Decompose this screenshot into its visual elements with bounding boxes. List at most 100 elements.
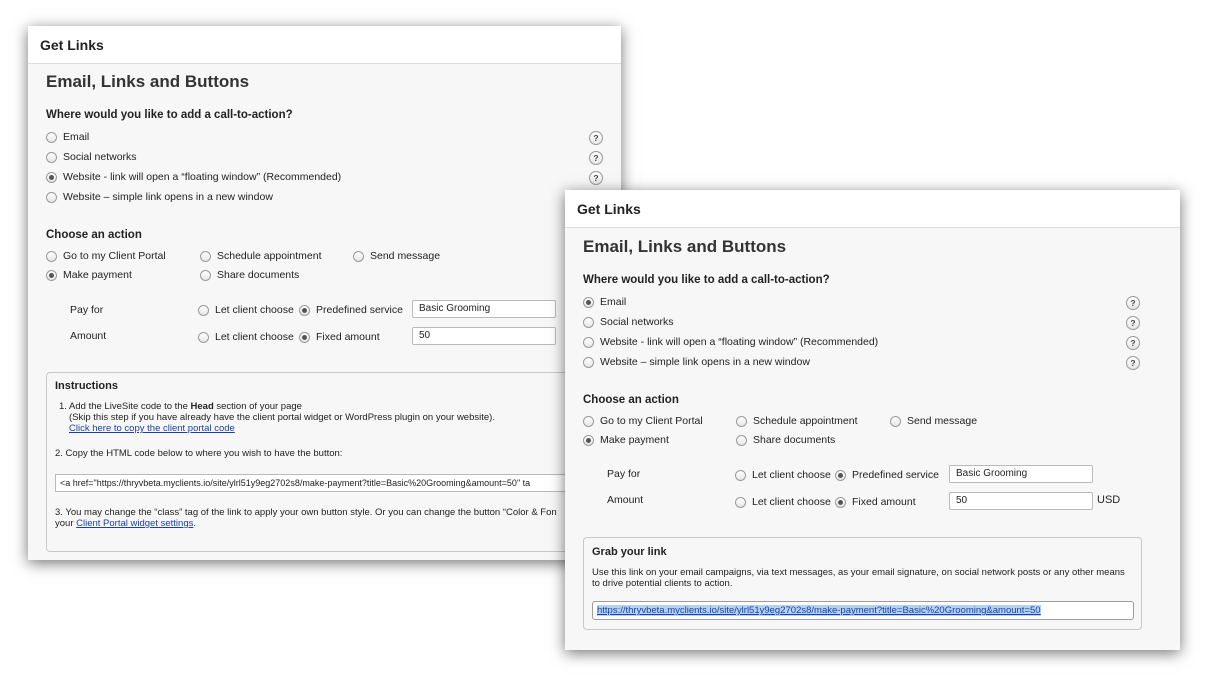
option-label: Send message	[907, 415, 978, 427]
option-label: Schedule appointment	[753, 415, 858, 427]
cta-option-website-simple[interactable]: Website – simple link opens in a new win…	[583, 356, 810, 368]
help-icon[interactable]: ?	[1126, 336, 1140, 350]
option-label: Share documents	[753, 434, 836, 446]
option-label: Website - link will open a “floating win…	[600, 336, 879, 348]
cta-option-website-floating[interactable]: Website - link will open a “floating win…	[46, 171, 341, 183]
option-label: Social networks	[63, 151, 137, 163]
cta-question: Where would you like to add a call-to-ac…	[583, 274, 830, 286]
radio-button[interactable]	[736, 434, 747, 446]
action-client-portal[interactable]: Go to my Client Portal	[46, 250, 166, 262]
amount-label: Amount	[607, 494, 644, 506]
radio-button-selected[interactable]	[583, 296, 594, 308]
pay-for-label: Pay for	[70, 304, 104, 316]
help-icon[interactable]: ?	[1126, 296, 1140, 310]
radio-button[interactable]	[46, 250, 57, 262]
radio-button-selected[interactable]	[583, 434, 594, 446]
radio-button[interactable]	[735, 496, 746, 508]
radio-button[interactable]	[46, 131, 57, 143]
radio-button-selected[interactable]	[46, 269, 57, 281]
link-url-input[interactable]: https://thryvbeta.myclients.io/site/ylrl…	[592, 601, 1134, 620]
html-code-input[interactable]: <a href="https://thryvbeta.myclients.io/…	[55, 474, 621, 492]
action-make-payment[interactable]: Make payment	[583, 434, 669, 446]
action-schedule[interactable]: Schedule appointment	[200, 250, 322, 262]
action-client-portal[interactable]: Go to my Client Portal	[583, 415, 703, 427]
copy-portal-code-link[interactable]: Click here to copy the client portal cod…	[69, 423, 235, 434]
radio-button[interactable]	[583, 356, 594, 368]
option-label: Predefined service	[316, 304, 403, 316]
action-share-documents[interactable]: Share documents	[200, 269, 299, 281]
help-icon[interactable]: ?	[589, 131, 603, 145]
cta-option-website-floating[interactable]: Website - link will open a “floating win…	[583, 336, 878, 348]
grab-link-description-cont: to drive potential clients to action.	[592, 578, 733, 589]
action-schedule[interactable]: Schedule appointment	[736, 415, 858, 427]
option-label: Let client choose	[752, 496, 831, 508]
instructions-step-1-note: (Skip this step if you have already have…	[69, 412, 495, 423]
radio-button[interactable]	[583, 415, 594, 427]
pay-for-predefined-service[interactable]: Predefined service	[299, 304, 403, 316]
service-input[interactable]: Basic Grooming	[412, 300, 556, 318]
option-label: Go to my Client Portal	[63, 250, 166, 262]
radio-button-selected[interactable]	[299, 331, 310, 343]
cta-option-social[interactable]: Social networks	[46, 151, 137, 163]
currency-label: USD	[1097, 494, 1121, 506]
amount-label: Amount	[70, 330, 107, 342]
option-label: Share documents	[217, 269, 300, 281]
radio-button[interactable]	[583, 316, 594, 328]
action-send-message[interactable]: Send message	[890, 415, 977, 427]
instructions-panel: Instructions 1. Add the LiveSite code to…	[46, 372, 621, 552]
pay-for-let-client-choose[interactable]: Let client choose	[735, 469, 831, 481]
option-label: Schedule appointment	[217, 250, 322, 262]
pay-for-let-client-choose[interactable]: Let client choose	[198, 304, 294, 316]
radio-button[interactable]	[200, 250, 211, 262]
radio-button[interactable]	[46, 191, 57, 203]
radio-button[interactable]	[890, 415, 901, 427]
amount-let-client-choose[interactable]: Let client choose	[735, 496, 831, 508]
action-send-message[interactable]: Send message	[353, 250, 440, 262]
amount-input[interactable]: 50	[949, 492, 1093, 510]
help-icon[interactable]: ?	[1126, 316, 1140, 330]
radio-button[interactable]	[736, 415, 747, 427]
option-label: Website – simple link opens in a new win…	[63, 191, 273, 203]
radio-button-selected[interactable]	[835, 496, 846, 508]
cta-option-email[interactable]: Email	[583, 296, 626, 308]
radio-button-selected[interactable]	[835, 469, 846, 481]
radio-button[interactable]	[735, 469, 746, 481]
grab-link-panel: Grab your link Use this link on your ema…	[583, 537, 1142, 630]
action-make-payment[interactable]: Make payment	[46, 269, 132, 281]
option-label: Let client choose	[215, 304, 294, 316]
radio-button[interactable]	[198, 304, 209, 316]
cta-option-social[interactable]: Social networks	[583, 316, 674, 328]
grab-link-title: Grab your link	[592, 546, 667, 558]
amount-input[interactable]: 50	[412, 327, 556, 345]
radio-button[interactable]	[198, 331, 209, 343]
service-input[interactable]: Basic Grooming	[949, 465, 1093, 483]
radio-button-selected[interactable]	[46, 171, 57, 183]
help-icon[interactable]: ?	[1126, 356, 1140, 370]
widget-settings-link[interactable]: Client Portal widget settings	[76, 518, 193, 529]
cta-option-website-simple[interactable]: Website – simple link opens in a new win…	[46, 191, 273, 203]
radio-button[interactable]	[46, 151, 57, 163]
window-title: Get Links	[565, 190, 1180, 228]
option-label: Website – simple link opens in a new win…	[600, 356, 810, 368]
action-share-documents[interactable]: Share documents	[736, 434, 835, 446]
cta-option-email[interactable]: Email	[46, 131, 89, 143]
radio-button[interactable]	[353, 250, 364, 262]
radio-button[interactable]	[583, 336, 594, 348]
amount-fixed[interactable]: Fixed amount	[835, 496, 916, 508]
help-icon[interactable]: ?	[589, 171, 603, 185]
amount-fixed[interactable]: Fixed amount	[299, 331, 380, 343]
amount-let-client-choose[interactable]: Let client choose	[198, 331, 294, 343]
option-label: Fixed amount	[852, 496, 916, 508]
radio-button[interactable]	[200, 269, 211, 281]
option-label: Let client choose	[752, 469, 831, 481]
option-label: Predefined service	[852, 469, 939, 481]
instructions-step-1: 1. Add the LiveSite code to the Head sec…	[59, 401, 302, 412]
window-title: Get Links	[28, 26, 621, 64]
grab-link-description: Use this link on your email campaigns, v…	[592, 567, 1125, 578]
option-label: Make payment	[63, 269, 132, 281]
pay-for-predefined-service[interactable]: Predefined service	[835, 469, 939, 481]
help-icon[interactable]: ?	[589, 151, 603, 165]
page-heading: Email, Links and Buttons	[46, 72, 250, 91]
radio-button-selected[interactable]	[299, 304, 310, 316]
option-label: Fixed amount	[316, 331, 380, 343]
